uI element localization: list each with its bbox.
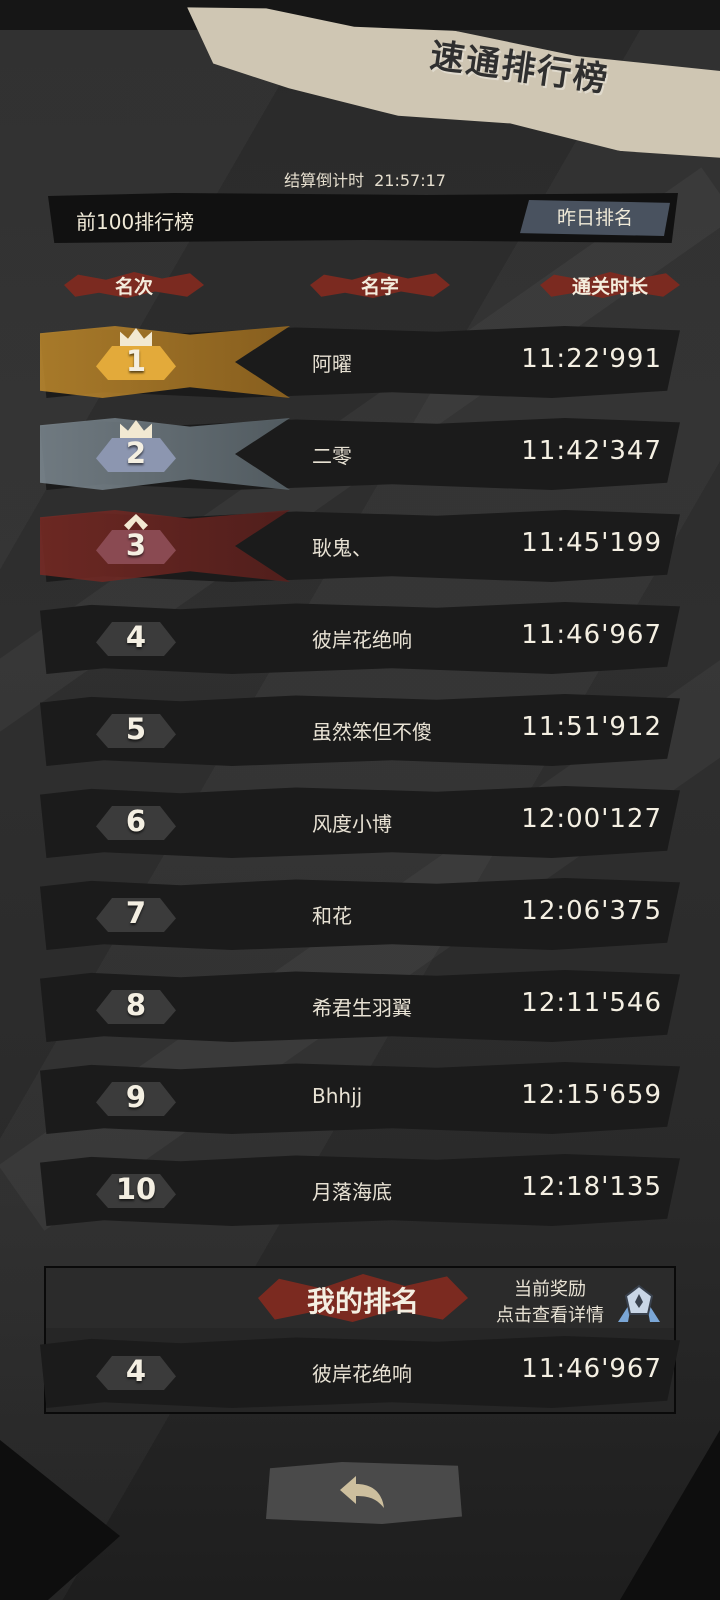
row-time: 11:51'912 [521, 712, 662, 742]
row-rank: 10 [115, 1172, 157, 1206]
column-header-time: 通关时长 [540, 268, 680, 302]
row-name: 和花 [312, 904, 352, 928]
row-rank: 6 [125, 804, 147, 838]
leaderboard-row[interactable]: 8 希君生羽翼 12:11'546 [40, 970, 680, 1042]
row-name: 风度小博 [312, 812, 392, 836]
column-label-rank: 名次 [114, 276, 153, 298]
leaderboard-row[interactable]: 6 风度小博 12:00'127 [40, 786, 680, 858]
column-label-time: 通关时长 [571, 276, 648, 298]
row-name: 二零 [312, 444, 352, 468]
row-time: 12:11'546 [521, 988, 662, 1018]
my-rank-name: 彼岸花绝响 [312, 1362, 412, 1386]
row-name: 月落海底 [312, 1180, 392, 1204]
settlement-countdown: 结算倒计时 21:57:17 [0, 167, 720, 191]
my-rank-number: 4 [125, 1354, 147, 1388]
row-name: 虽然笨但不傻 [312, 720, 432, 744]
row-rank: 9 [125, 1080, 147, 1114]
row-name: 耿鬼、 [312, 536, 372, 560]
leaderboard-row[interactable]: 4 彼岸花绝响 11:46'967 [40, 602, 680, 674]
row-name: 阿曜 [312, 352, 352, 376]
row-rank: 1 [125, 344, 147, 378]
row-name: 彼岸花绝响 [312, 628, 412, 652]
leaderboard-row[interactable]: 2 二零 11:42'347 [40, 418, 680, 490]
leaderboard-row[interactable]: 10 月落海底 12:18'135 [40, 1154, 680, 1226]
row-rank: 4 [125, 620, 147, 654]
countdown-value: 21:57:17 [374, 171, 446, 190]
back-arrow-icon[interactable] [336, 1472, 388, 1512]
countdown-label: 结算倒计时 [284, 171, 365, 190]
row-name: 希君生羽翼 [312, 996, 412, 1020]
leaderboard-row[interactable]: 7 和花 12:06'375 [40, 878, 680, 950]
row-time: 11:42'347 [521, 436, 662, 466]
row-time: 11:22'991 [521, 344, 662, 374]
leaderboard-row[interactable]: 1 阿曜 11:22'991 [40, 326, 680, 398]
row-time: 12:15'659 [521, 1080, 662, 1110]
row-time: 12:06'375 [521, 896, 662, 926]
column-label-name: 名字 [360, 276, 399, 298]
row-time: 11:45'199 [521, 528, 662, 558]
leaderboard-row[interactable]: 9 Bhhjj 12:15'659 [40, 1062, 680, 1134]
current-reward-label[interactable]: 当前奖励 [480, 1275, 620, 1301]
my-rank-title: 我的排名 [306, 1285, 419, 1318]
my-rank-time: 11:46'967 [521, 1354, 662, 1384]
yesterday-rank-button[interactable]: 昨日排名 [520, 200, 670, 236]
row-time: 12:00'127 [521, 804, 662, 834]
row-name: Bhhjj [312, 1084, 363, 1108]
row-time: 11:46'967 [521, 620, 662, 650]
column-header-name: 名字 [310, 268, 450, 302]
row-rank: 2 [125, 436, 147, 470]
row-time: 12:18'135 [521, 1172, 662, 1202]
row-rank: 7 [125, 896, 147, 930]
board-title: 前100排行榜 [76, 210, 195, 234]
top-bar [0, 0, 720, 30]
leaderboard-row[interactable]: 3 耿鬼、 11:45'199 [40, 510, 680, 582]
view-reward-details-link[interactable]: 点击查看详情 [480, 1301, 620, 1327]
leaderboard-row[interactable]: 5 虽然笨但不傻 11:51'912 [40, 694, 680, 766]
column-header-rank: 名次 [64, 268, 204, 302]
row-rank: 3 [125, 528, 147, 562]
row-rank: 8 [125, 988, 147, 1022]
my-rank-row[interactable]: 4 彼岸花绝响 11:46'967 [40, 1336, 680, 1408]
reward-medal-icon[interactable] [614, 1282, 664, 1326]
row-rank: 5 [125, 712, 147, 746]
